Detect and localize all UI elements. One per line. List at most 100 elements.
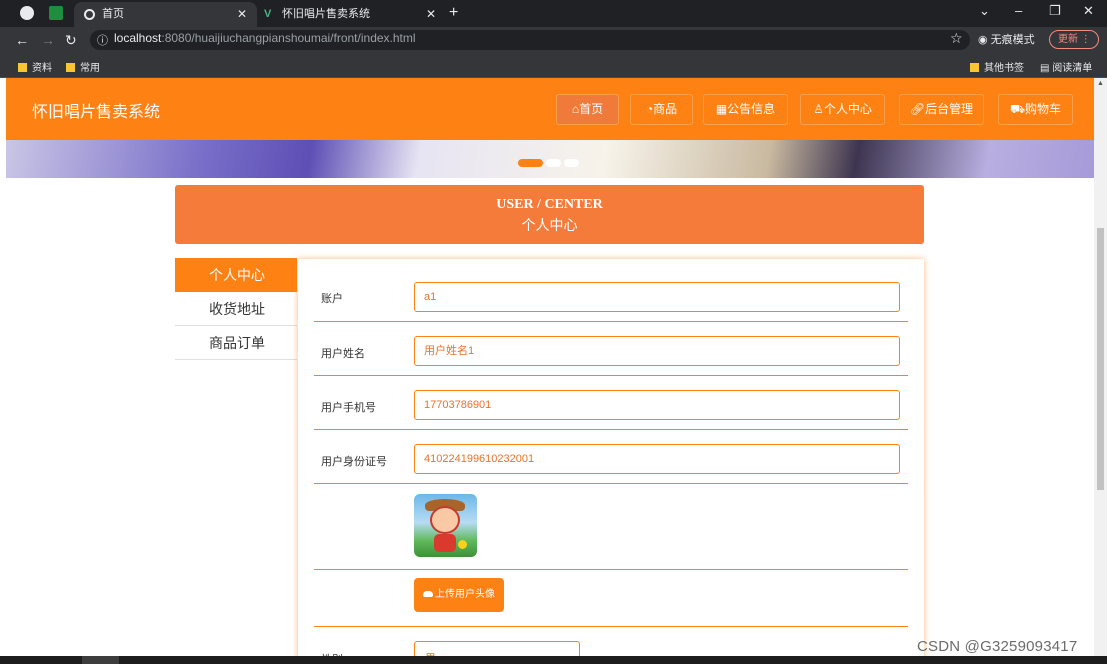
- carousel-dot[interactable]: [546, 159, 561, 167]
- id-label: 用户身份证号: [321, 456, 387, 468]
- pinned-tab-icon[interactable]: [49, 6, 63, 20]
- site-header: 怀旧唱片售卖系统 ⌂首页 ◔商品 ▦公告信息 ♙个人中心 🔗︎后台管理 ⛟购物车: [6, 78, 1094, 140]
- bookmark-label: 资料: [32, 63, 52, 74]
- phone-field[interactable]: 17703786901: [414, 390, 900, 420]
- tab-search-icon[interactable]: ⌄: [979, 3, 990, 19]
- site-title: 怀旧唱片售卖系统: [32, 104, 161, 121]
- folder-icon: [66, 63, 75, 72]
- user-center-heading: USER / CENTER 个人中心: [175, 185, 924, 244]
- url-host: localhost: [114, 31, 162, 45]
- avatar-flower: [458, 540, 467, 549]
- upload-label: 上传用户头像: [435, 589, 495, 600]
- avatar-body: [434, 534, 456, 552]
- carousel-dot[interactable]: [518, 159, 543, 167]
- form-row-name: 用户姓名 用户姓名1: [314, 322, 908, 376]
- nav-admin[interactable]: 🔗︎后台管理: [899, 94, 984, 125]
- account-label: 账户: [321, 293, 343, 305]
- url-text: localhost:8080/huaijiuchangpianshoumai/f…: [114, 31, 416, 45]
- bookmark-folder[interactable]: 资料: [18, 59, 52, 74]
- incognito-label: 无痕模式: [990, 34, 1035, 46]
- update-label: 更新: [1058, 34, 1078, 45]
- nav-products[interactable]: ◔商品: [630, 94, 693, 125]
- nav-user-center[interactable]: ♙个人中心: [800, 94, 885, 125]
- taskbar-item[interactable]: [82, 656, 119, 664]
- taskbar: [0, 656, 1107, 664]
- vue-icon: V: [264, 8, 272, 20]
- tab-record-system[interactable]: V 怀旧唱片售卖系统 ✕: [258, 2, 440, 27]
- link-icon: 🔗︎: [909, 102, 926, 116]
- reload-icon[interactable]: ↻: [65, 31, 77, 49]
- name-field[interactable]: 用户姓名1: [414, 336, 900, 366]
- form-row-upload: 上传用户头像: [314, 570, 908, 627]
- nav-label: 首页: [579, 102, 604, 116]
- side-item-orders[interactable]: 商品订单: [175, 326, 297, 360]
- folder-icon: [970, 63, 979, 72]
- folder-icon: [18, 63, 27, 72]
- nav-label: 购物车: [1025, 102, 1062, 116]
- nav-cart[interactable]: ⛟购物车: [998, 94, 1073, 125]
- bookmarks-bar: 资料 常用 其他书签 ▤ 阅读清单: [0, 53, 1107, 78]
- form-row-id: 用户身份证号 410224199610232001: [314, 430, 908, 484]
- nav-label: 公告信息: [727, 102, 776, 116]
- side-item-user-center[interactable]: 个人中心: [175, 258, 297, 292]
- id-field[interactable]: 410224199610232001: [414, 444, 900, 474]
- nav-notices[interactable]: ▦公告信息: [703, 94, 788, 125]
- cart-icon: ⛟: [1009, 102, 1026, 116]
- nav-label: 商品: [653, 102, 678, 116]
- csdn-watermark: CSDN @G3259093417: [917, 638, 1078, 655]
- reading-list[interactable]: ▤ 阅读清单: [1040, 59, 1092, 74]
- form-row-gender: 性别 男: [314, 627, 908, 656]
- browser-tab-bar: 首页 ✕ V 怀旧唱片售卖系统 ✕ + ⌄ – ❐ ✕: [0, 0, 1107, 27]
- carousel-dot[interactable]: [564, 159, 579, 167]
- name-label: 用户姓名: [321, 348, 365, 360]
- back-icon[interactable]: ←: [15, 31, 29, 49]
- url-path: :8080/huaijiuchangpianshoumai/front/inde…: [161, 31, 416, 45]
- form-row-avatar: [314, 484, 908, 570]
- user-info-form: 账户 a1 用户姓名 用户姓名1 用户手机号 17703786901 用户身份证…: [298, 259, 924, 656]
- info-icon[interactable]: ⓘ: [97, 32, 108, 48]
- tab-title: 怀旧唱片售卖系统: [282, 8, 370, 20]
- gender-select[interactable]: 男: [414, 641, 580, 656]
- banner-carousel: [6, 140, 1094, 178]
- nav-home[interactable]: ⌂首页: [556, 94, 619, 125]
- nav-label: 后台管理: [925, 102, 974, 116]
- bookmark-folder[interactable]: 常用: [66, 59, 100, 74]
- star-icon[interactable]: ☆: [950, 30, 963, 47]
- browser-menu-icon[interactable]: [20, 6, 34, 20]
- tab-title: 首页: [102, 8, 124, 20]
- page: 怀旧唱片售卖系统 ⌂首页 ◔商品 ▦公告信息 ♙个人中心 🔗︎后台管理 ⛟购物车…: [0, 78, 1094, 656]
- heading-zh: 个人中心: [521, 217, 578, 233]
- heading-en: USER / CENTER: [496, 197, 603, 212]
- incognito-badge[interactable]: ◉ 无痕模式: [978, 31, 1035, 47]
- close-icon[interactable]: ✕: [237, 2, 247, 27]
- user-icon: ♙: [813, 102, 824, 116]
- other-bookmarks[interactable]: 其他书签: [970, 59, 1024, 74]
- side-item-address[interactable]: 收货地址: [175, 292, 297, 326]
- minimize-icon[interactable]: –: [1015, 3, 1022, 18]
- form-row-phone: 用户手机号 17703786901: [314, 376, 908, 430]
- reading-list-icon: ▤: [1040, 63, 1050, 74]
- incognito-icon: ◉: [978, 34, 988, 46]
- avatar-head: [430, 506, 460, 534]
- scroll-up-icon[interactable]: ▲: [1097, 80, 1104, 87]
- side-menu: 个人中心 收货地址 商品订单: [175, 258, 297, 360]
- form-row-account: 账户 a1: [314, 259, 908, 322]
- notice-icon: ▦: [715, 102, 728, 116]
- forward-icon[interactable]: →: [41, 31, 55, 49]
- avatar-image: [414, 494, 477, 557]
- update-button[interactable]: 更新 ⋮: [1049, 30, 1099, 49]
- bookmark-label: 常用: [80, 63, 100, 74]
- bookmark-label: 其他书签: [984, 63, 1024, 74]
- tab-home[interactable]: 首页 ✕: [74, 2, 257, 27]
- globe-icon: [84, 9, 95, 20]
- new-tab-button[interactable]: +: [449, 2, 458, 24]
- scroll-thumb[interactable]: [1097, 228, 1104, 490]
- upload-avatar-button[interactable]: 上传用户头像: [414, 578, 504, 612]
- carousel-indicators: [518, 154, 582, 172]
- restore-icon[interactable]: ❐: [1049, 3, 1061, 19]
- close-icon[interactable]: ✕: [426, 2, 436, 27]
- account-field[interactable]: a1: [414, 282, 900, 312]
- nav-label: 个人中心: [823, 102, 872, 116]
- close-window-icon[interactable]: ✕: [1083, 3, 1094, 19]
- page-scrollbar[interactable]: ▲: [1094, 78, 1107, 656]
